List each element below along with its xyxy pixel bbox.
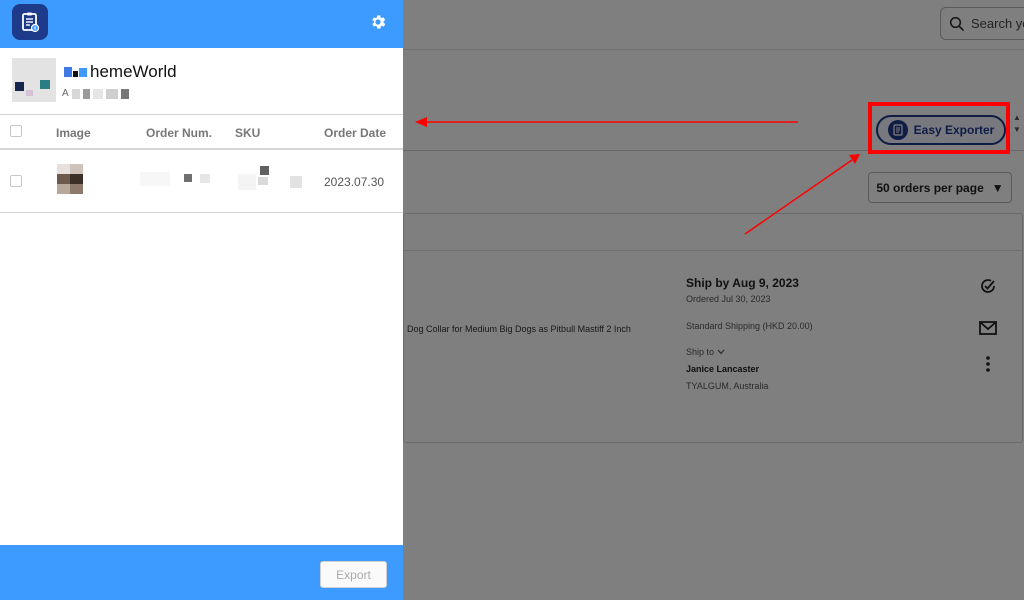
column-header-image: Image — [56, 126, 91, 140]
store-subtitle-redacted: A — [62, 88, 129, 99]
easy-exporter-panel: hemeWorld A Image Order Num. SKU Order D… — [0, 0, 403, 600]
store-info: hemeWorld A — [0, 48, 403, 115]
row-checkbox[interactable] — [10, 175, 22, 187]
product-thumbnail-redacted — [57, 164, 83, 194]
store-name-text: hemeWorld — [90, 62, 177, 81]
store-logo-mark — [64, 67, 87, 77]
column-header-sku: SKU — [235, 126, 261, 140]
store-name: hemeWorld — [64, 62, 177, 82]
panel-footer: Export — [0, 545, 403, 600]
column-header-order-date: Order Date — [324, 126, 387, 140]
clipboard-icon — [12, 4, 48, 40]
store-avatar — [12, 58, 56, 102]
table-row[interactable]: 2023.07.30 — [0, 152, 403, 213]
gear-icon — [372, 15, 386, 29]
order-number-redacted — [140, 172, 220, 186]
panel-header — [0, 0, 403, 48]
store-subtitle-prefix: A — [62, 88, 69, 99]
settings-button[interactable] — [367, 11, 389, 33]
export-button[interactable]: Export — [320, 561, 387, 588]
row-order-date: 2023.07.30 — [324, 175, 385, 189]
sku-redacted — [238, 164, 304, 194]
column-header-order-num: Order Num. — [146, 126, 213, 140]
orders-table-header: Image Order Num. SKU Order Date — [0, 116, 403, 150]
annotation-highlight-box — [868, 102, 1010, 154]
select-all-checkbox[interactable] — [10, 125, 22, 137]
